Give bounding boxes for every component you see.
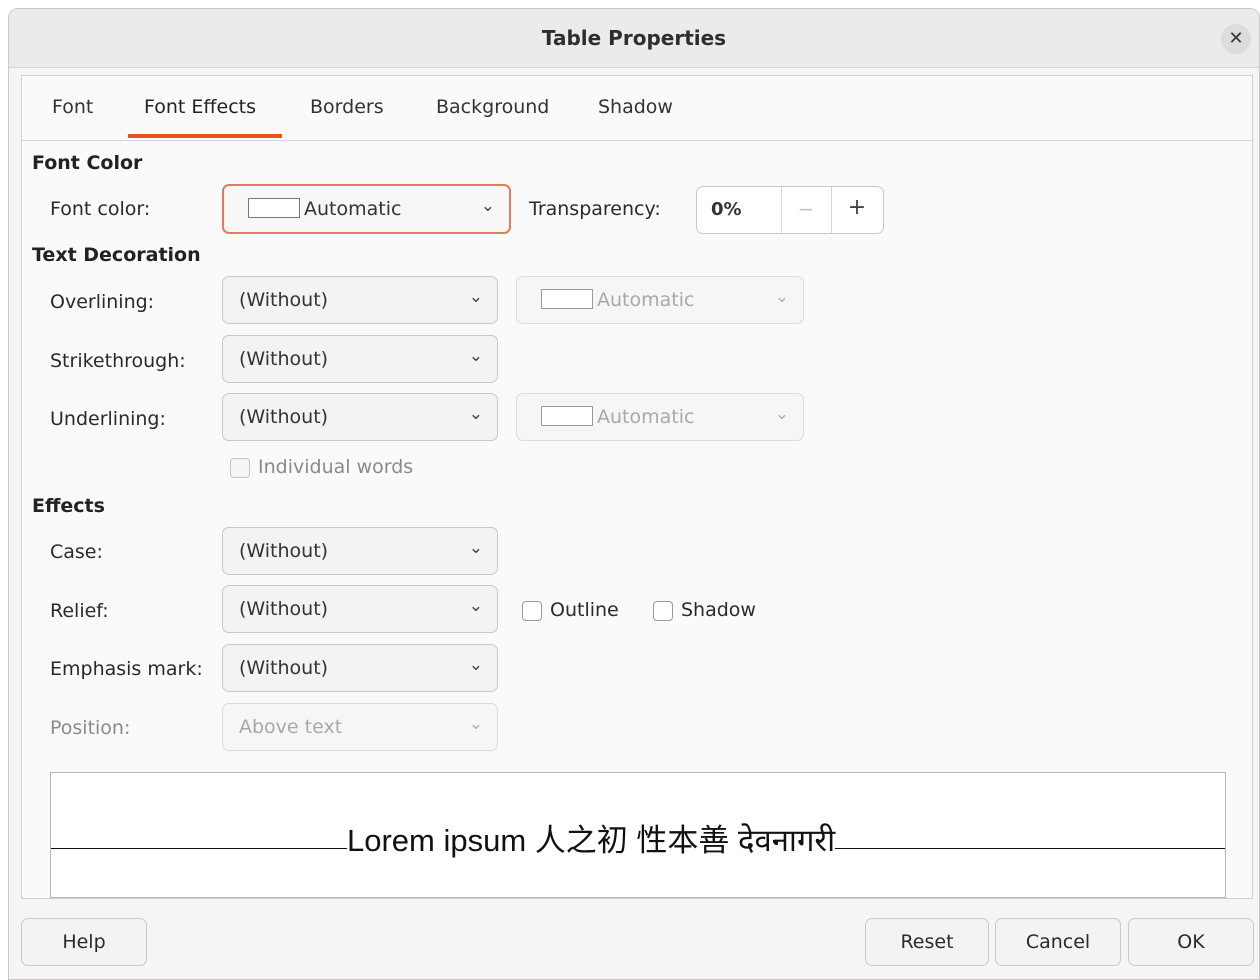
reset-button[interactable]: Reset <box>865 918 989 966</box>
overlining-value: (Without) <box>239 289 329 311</box>
dialog-title: Table Properties <box>541 26 727 50</box>
chevron-down-icon: ⌄ <box>468 596 483 616</box>
case-value: (Without) <box>239 540 329 562</box>
chevron-down-icon: ⌄ <box>774 287 789 307</box>
table-properties-dialog: Table Properties ✕ Font Font Effects Bor… <box>8 8 1260 980</box>
chevron-down-icon: ⌄ <box>774 404 789 424</box>
minus-icon[interactable]: − <box>781 197 831 221</box>
help-button[interactable]: Help <box>21 918 147 966</box>
chevron-down-icon: ⌄ <box>468 346 483 366</box>
tab-font-effects[interactable]: Font Effects <box>140 92 260 128</box>
underline-color-dropdown[interactable]: Automatic ⌄ <box>516 393 804 441</box>
strikethrough-label: Strikethrough: <box>50 350 186 372</box>
close-button[interactable]: ✕ <box>1221 24 1251 54</box>
individual-words-checkbox[interactable] <box>230 458 250 478</box>
strikethrough-value: (Without) <box>239 348 329 370</box>
active-tab-indicator <box>128 134 282 138</box>
emphasis-mark-value: (Without) <box>239 657 329 679</box>
transparency-value: 0% <box>711 199 742 220</box>
tab-font[interactable]: Font <box>48 92 97 128</box>
chevron-down-icon: ⌄ <box>468 655 483 675</box>
outline-checkbox[interactable] <box>522 601 542 621</box>
cancel-button[interactable]: Cancel <box>995 918 1121 966</box>
relief-value: (Without) <box>239 598 329 620</box>
tab-panel: Font Font Effects Borders Background Sha… <box>21 75 1253 899</box>
overline-color-value: Automatic <box>597 289 695 311</box>
transparency-spinbox[interactable]: 0% − + <box>696 186 884 234</box>
section-font-color: Font Color <box>32 152 143 174</box>
close-icon: ✕ <box>1228 28 1244 49</box>
overlining-label: Overlining: <box>50 291 155 313</box>
shadow-checkbox[interactable] <box>653 601 673 621</box>
case-label: Case: <box>50 541 103 563</box>
chevron-down-icon: ⌄ <box>468 538 483 558</box>
chevron-down-icon: ⌄ <box>468 287 483 307</box>
font-color-value: Automatic <box>304 198 402 220</box>
case-dropdown[interactable]: (Without) ⌄ <box>222 527 498 575</box>
color-swatch <box>248 198 300 218</box>
section-text-decoration: Text Decoration <box>32 244 201 266</box>
font-color-dropdown[interactable]: Automatic ⌄ <box>222 184 511 234</box>
tab-background[interactable]: Background <box>432 92 553 128</box>
individual-words-label: Individual words <box>258 456 414 478</box>
plus-icon[interactable]: + <box>831 195 883 220</box>
emphasis-mark-label: Emphasis mark: <box>50 658 203 680</box>
relief-label: Relief: <box>50 600 109 622</box>
strikethrough-dropdown[interactable]: (Without) ⌄ <box>222 335 498 383</box>
tab-shadow[interactable]: Shadow <box>594 92 677 128</box>
relief-dropdown[interactable]: (Without) ⌄ <box>222 585 498 633</box>
underlining-dropdown[interactable]: (Without) ⌄ <box>222 393 498 441</box>
emphasis-mark-dropdown[interactable]: (Without) ⌄ <box>222 644 498 692</box>
title-bar: Table Properties ✕ <box>9 9 1259 68</box>
preview-text: Lorem ipsum 人之初 性本善 देवनागरी <box>347 815 836 861</box>
tab-bar: Font Font Effects Borders Background Sha… <box>22 76 1252 141</box>
underline-color-value: Automatic <box>597 406 695 428</box>
position-dropdown[interactable]: Above text ⌄ <box>222 703 498 751</box>
position-value: Above text <box>239 716 343 738</box>
chevron-down-icon: ⌄ <box>468 404 483 424</box>
underlining-label: Underlining: <box>50 408 166 430</box>
outline-label: Outline <box>550 599 619 621</box>
chevron-down-icon: ⌄ <box>480 196 495 216</box>
shadow-label: Shadow <box>681 599 756 621</box>
ok-button[interactable]: OK <box>1128 918 1254 966</box>
font-preview: Lorem ipsum 人之初 性本善 देवनागरी <box>50 772 1226 898</box>
overline-color-dropdown[interactable]: Automatic ⌄ <box>516 276 804 324</box>
color-swatch <box>541 289 593 309</box>
tab-borders[interactable]: Borders <box>306 92 388 128</box>
font-color-label: Font color: <box>50 198 151 220</box>
section-effects: Effects <box>32 495 105 517</box>
overlining-dropdown[interactable]: (Without) ⌄ <box>222 276 498 324</box>
chevron-down-icon: ⌄ <box>468 714 483 734</box>
transparency-label: Transparency: <box>529 198 661 220</box>
underlining-value: (Without) <box>239 406 329 428</box>
position-label: Position: <box>50 717 131 739</box>
color-swatch <box>541 406 593 426</box>
